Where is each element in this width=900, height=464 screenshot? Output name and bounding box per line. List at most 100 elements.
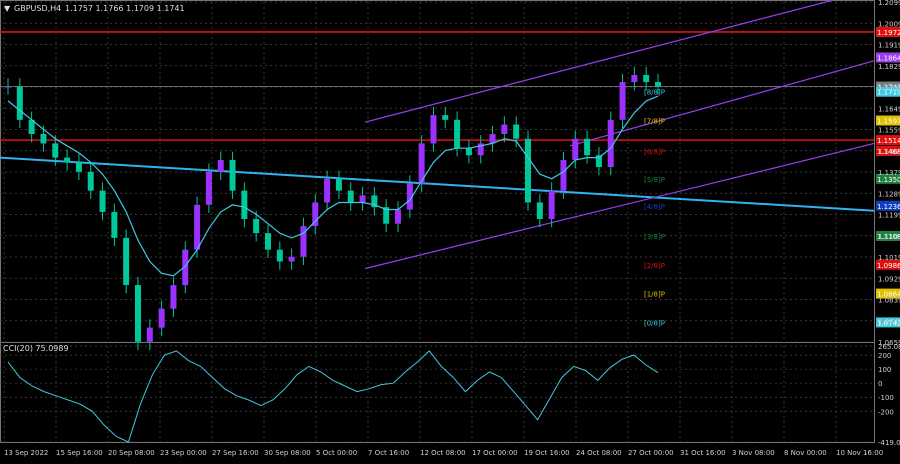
- price-chart[interactable]: 1.19721.18641.17411.17191.15971.15141.14…: [0, 0, 900, 460]
- time-tick-label: 7 Oct 16:00: [368, 449, 409, 457]
- time-tick-label: 20 Sep 08:00: [108, 449, 155, 457]
- time-tick-label: 12 Oct 08:00: [420, 449, 466, 457]
- candle-body: [241, 190, 248, 219]
- candle-body: [123, 237, 130, 286]
- candle-body: [146, 327, 153, 342]
- murrey-level-label: [2/8]P: [644, 262, 665, 270]
- price-tick-label: 1.0839: [878, 297, 900, 305]
- candle-body: [513, 124, 520, 139]
- time-tick-label: 3 Nov 08:00: [732, 449, 775, 457]
- price-level-value: 1.0986: [877, 262, 900, 270]
- time-axis: 13 Sep 2022 15 Sep 16:00 20 Sep 08:00 23 Se…: [4, 449, 883, 457]
- candle-body: [572, 138, 579, 160]
- murrey-level-label: [3/8]P: [644, 233, 665, 241]
- candle-body: [16, 86, 23, 120]
- price-level-value: 1.1350: [877, 176, 900, 184]
- candle-body: [64, 157, 71, 163]
- candle-body: [501, 124, 508, 134]
- candle-body: [229, 159, 236, 191]
- candle-body: [52, 143, 59, 158]
- cci-tick-label: -100: [878, 394, 894, 402]
- price-level-value: 1.1514: [877, 137, 900, 145]
- candle-body: [40, 133, 47, 144]
- candle-body: [87, 171, 94, 191]
- time-tick-label: 17 Oct 00:00: [472, 449, 518, 457]
- murrey-level-label: [6/8]P: [644, 148, 665, 156]
- candle-body: [395, 209, 401, 224]
- cci-tick-label: 200: [878, 352, 891, 360]
- candle-body: [536, 202, 543, 219]
- candle-body: [217, 159, 224, 172]
- price-tick-label: 1.1559: [878, 127, 900, 135]
- chart-window: 1.19721.18641.17411.17191.15971.15141.14…: [0, 0, 900, 460]
- candle-body: [324, 178, 331, 203]
- cci-tick-label: -200: [878, 408, 894, 416]
- time-tick-label: 31 Oct 16:00: [680, 449, 726, 457]
- price-tick-label: 1.0749: [878, 318, 900, 326]
- cci-tick-label: 100: [878, 366, 891, 374]
- candle-body: [265, 233, 271, 250]
- price-tick-label: 1.1289: [878, 190, 900, 198]
- candle-body: [194, 204, 201, 250]
- price-level-value: 1.1972: [877, 29, 900, 37]
- murrey-level-label: [5/8]P: [644, 176, 665, 184]
- candle-body: [454, 119, 461, 149]
- candle-body: [631, 74, 638, 83]
- candle-body: [548, 190, 555, 219]
- cci-tick-label: -419.0709: [878, 439, 900, 447]
- candle-body: [135, 285, 141, 342]
- candle-body: [584, 138, 591, 156]
- candle-body: [111, 211, 118, 238]
- candle-body: [347, 190, 354, 203]
- time-tick-label: 10 Nov 16:00: [836, 449, 883, 457]
- symbol-label: GBPUSD,H4: [14, 4, 61, 13]
- candle-body: [442, 115, 449, 120]
- collapse-arrow-icon[interactable]: ▼: [4, 4, 11, 13]
- candle-body: [312, 202, 319, 227]
- price-level-value: 1.1236: [877, 203, 900, 211]
- price-tick-label: 1.1199: [878, 212, 900, 220]
- time-tick-label: 13 Sep 2022: [4, 449, 48, 457]
- price-tick-label: 1.1649: [878, 105, 900, 113]
- candle-body: [525, 138, 531, 203]
- chart-background: [0, 0, 900, 460]
- price-tick-label: 1.1469: [878, 148, 900, 156]
- candle-body: [205, 171, 212, 205]
- candle-body: [288, 256, 295, 262]
- price-tick-label: 1.1379: [878, 169, 900, 177]
- time-tick-label: 5 Oct 00:00: [316, 449, 357, 457]
- price-level-value: 1.1597: [877, 118, 900, 126]
- candle-body: [619, 82, 626, 120]
- candle-body: [5, 86, 11, 88]
- candle-body: [655, 82, 661, 87]
- candle-body: [560, 159, 567, 191]
- candle-body: [430, 115, 437, 144]
- time-tick-label: 8 Nov 00:00: [784, 449, 827, 457]
- murrey-level-label: [7/8]P: [644, 118, 665, 126]
- cci-indicator-label: CCI(20) 75.0989: [3, 344, 69, 353]
- time-tick-label: 24 Oct 08:00: [576, 449, 622, 457]
- candle-body: [99, 190, 106, 212]
- candle-body: [158, 308, 165, 328]
- candle-body: [276, 249, 283, 262]
- time-tick-label: 15 Sep 16:00: [56, 449, 103, 457]
- candle-body: [335, 178, 342, 191]
- murrey-level-label: [8/8]P: [644, 89, 665, 97]
- ohlc-label: 1.1757 1.1766 1.1709 1.1741: [65, 4, 185, 13]
- price-tick-label: 1.1109: [878, 233, 900, 241]
- time-tick-label: 19 Oct 16:00: [524, 449, 570, 457]
- candle-body: [465, 148, 472, 156]
- candle-body: [607, 119, 614, 168]
- time-tick-label: 30 Sep 08:00: [264, 449, 311, 457]
- price-tick-label: 1.1739: [878, 84, 900, 92]
- murrey-level-label: [1/8]P: [644, 291, 665, 299]
- cci-tick-label: 0: [878, 380, 882, 388]
- murrey-level-label: [0/8]P: [644, 319, 665, 327]
- time-tick-label: 23 Sep 00:00: [160, 449, 207, 457]
- time-tick-label: 27 Sep 16:00: [212, 449, 259, 457]
- price-level-value: 1.1864: [877, 54, 900, 62]
- price-tick-label: 1.1829: [878, 63, 900, 71]
- time-tick-label: 27 Oct 00:00: [628, 449, 674, 457]
- price-tick-label: 1.1019: [878, 254, 900, 262]
- price-tick-label: 1.2099: [878, 0, 900, 7]
